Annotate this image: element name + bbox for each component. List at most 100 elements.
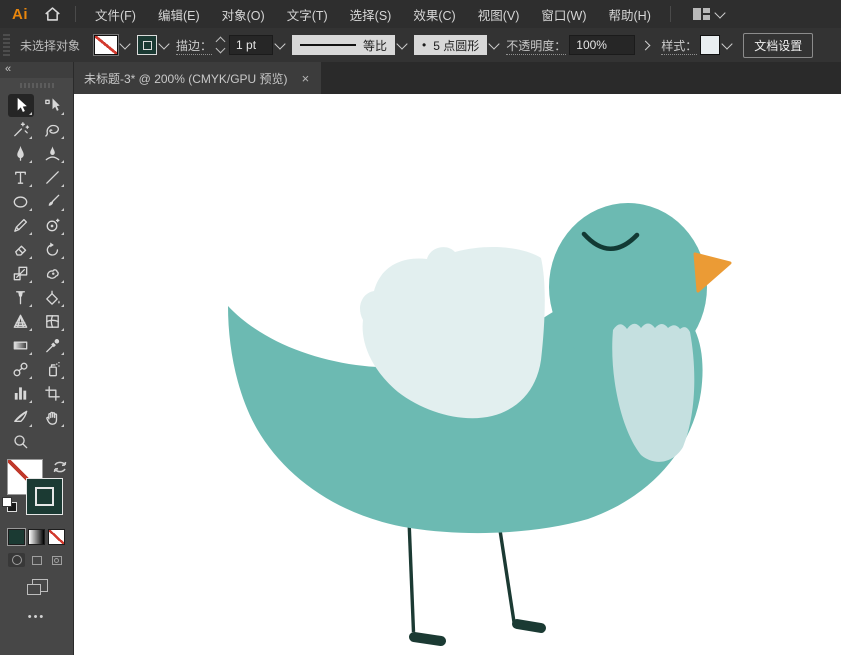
fill-none-swatch[interactable]	[93, 34, 120, 56]
brush-dot-preview: •	[422, 38, 427, 52]
direct-selection-tool[interactable]	[40, 94, 66, 117]
bird-left-leg[interactable]	[407, 519, 416, 633]
menu-item-file[interactable]: 文件(F)	[86, 1, 145, 28]
chevron-right-icon[interactable]	[640, 40, 651, 50]
blend-tool[interactable]	[8, 358, 34, 381]
gradient-tool[interactable]	[8, 334, 34, 357]
chevron-down-icon[interactable]	[488, 37, 500, 50]
document-tab-title: 未标题-3* @ 200% (CMYK/GPU 预览)	[84, 71, 288, 86]
menu-separator	[75, 6, 76, 22]
eraser-tool[interactable]	[8, 238, 34, 261]
lasso-tool[interactable]	[40, 118, 66, 141]
mesh-tool[interactable]	[40, 310, 66, 333]
illustrator-window: Ai 文件(F) 编辑(E) 对象(O) 文字(T) 选择(S) 效果(C) 视图(V) 窗口…	[0, 0, 841, 655]
tool-panel-grip[interactable]	[19, 83, 54, 88]
fill-stroke-indicator	[0, 459, 74, 521]
menu-items: 文件(F) 编辑(E) 对象(O) 文字(T) 选择(S) 效果(C) 视图(V) 窗口(W)…	[86, 1, 660, 28]
draw-inside-button[interactable]	[48, 553, 65, 567]
chevron-down-icon	[158, 37, 170, 50]
draw-behind-button[interactable]	[28, 553, 45, 567]
style-swatch[interactable]	[700, 35, 721, 55]
menu-item-view[interactable]: 视图(V)	[469, 1, 529, 28]
uniform-profile-preview	[300, 43, 357, 47]
menu-item-edit[interactable]: 编辑(E)	[149, 1, 209, 28]
bird-left-foot[interactable]	[409, 632, 446, 646]
default-fill-stroke-icon[interactable]	[1, 497, 17, 512]
menu-item-window[interactable]: 窗口(W)	[532, 1, 595, 28]
workspace-switcher[interactable]	[692, 6, 726, 21]
tab-close-icon[interactable]: ×	[302, 72, 310, 85]
workspace-grid-icon	[692, 8, 710, 20]
zoom-tool[interactable]	[8, 430, 34, 453]
fill-color-picker[interactable]	[93, 34, 131, 56]
pencil-tool[interactable]	[8, 214, 34, 237]
opacity-input[interactable]: 100%	[569, 35, 636, 55]
brush-definition-select[interactable]: • 5 点圆形	[414, 35, 488, 55]
paintbrush-tool[interactable]	[40, 190, 66, 213]
color-button[interactable]	[7, 528, 26, 546]
live-paint-bucket-tool[interactable]	[40, 286, 66, 309]
bird-beak[interactable]	[693, 252, 732, 293]
hand-tool[interactable]	[40, 406, 66, 429]
artboard-tool[interactable]	[40, 382, 66, 405]
slice-tool[interactable]	[8, 406, 34, 429]
stroke-profile-select[interactable]: 等比	[292, 35, 396, 55]
draw-normal-button[interactable]	[8, 553, 25, 567]
menu-item-effect[interactable]: 效果(C)	[404, 1, 464, 28]
column-graph-tool[interactable]	[8, 382, 34, 405]
menu-bar: Ai 文件(F) 编辑(E) 对象(O) 文字(T) 选择(S) 效果(C) 视图(V) 窗口…	[0, 0, 841, 28]
none-button[interactable]	[48, 529, 65, 545]
chevron-down-icon	[714, 6, 726, 19]
line-segment-tool[interactable]	[40, 166, 66, 189]
swap-fill-stroke-icon[interactable]	[52, 459, 68, 475]
stroke-swatch[interactable]	[25, 478, 63, 515]
style-label: 样式：	[661, 38, 698, 55]
bird-artwork[interactable]	[74, 94, 841, 655]
selection-tool[interactable]	[7, 94, 34, 117]
bird-right-leg[interactable]	[496, 516, 516, 623]
menu-item-type[interactable]: 文字(T)	[278, 1, 337, 28]
stroke-weight-stepper[interactable]	[215, 36, 226, 54]
rotate-tool[interactable]	[40, 238, 66, 261]
menu-separator-2	[669, 6, 671, 22]
document-setup-button[interactable]: 文档设置	[743, 32, 814, 58]
stroke-weight-input[interactable]: 1 pt	[229, 35, 274, 55]
eyedropper-tool[interactable]	[40, 334, 66, 357]
menu-item-help[interactable]: 帮助(H)	[600, 1, 660, 28]
stroke-color-picker[interactable]	[137, 35, 170, 55]
gradient-button[interactable]	[28, 529, 45, 545]
symbol-sprayer-tool[interactable]	[40, 358, 66, 381]
chevron-down-icon[interactable]	[274, 37, 286, 50]
collapse-panel-icon[interactable]: «	[0, 62, 73, 78]
tool-panel: « •••	[0, 62, 74, 655]
edit-toolbar-button[interactable]: •••	[28, 611, 46, 623]
shape-builder-tool[interactable]	[8, 286, 34, 309]
stroke-label: 描边：	[176, 38, 213, 55]
control-bar: 未选择对象 描边： 1 pt 等比 • 5 点圆形 不透明度： 100% 样式：…	[0, 28, 841, 63]
app-logo[interactable]: Ai	[5, 3, 35, 25]
curvature-tool[interactable]	[40, 142, 66, 165]
menu-item-object[interactable]: 对象(O)	[213, 1, 274, 28]
type-tool[interactable]	[8, 166, 34, 189]
document-tab[interactable]: 未标题-3* @ 200% (CMYK/GPU 预览) ×	[74, 62, 322, 94]
screen-mode-button[interactable]	[26, 579, 48, 595]
status-text: 未选择对象	[20, 38, 81, 53]
chevron-down-icon	[119, 37, 131, 50]
magic-wand-tool[interactable]	[8, 118, 34, 141]
shaper-tool[interactable]	[40, 214, 66, 237]
menu-item-select[interactable]: 选择(S)	[341, 1, 401, 28]
control-bar-grip[interactable]	[3, 34, 10, 56]
perspective-grid-tool[interactable]	[8, 310, 34, 333]
tab-bar: 未标题-3* @ 200% (CMYK/GPU 预览) ×	[74, 62, 841, 94]
bird-right-foot[interactable]	[512, 619, 546, 633]
ellipse-tool[interactable]	[8, 190, 34, 213]
home-icon[interactable]	[39, 3, 65, 25]
scale-tool[interactable]	[8, 262, 34, 285]
pen-tool[interactable]	[8, 142, 34, 165]
canvas[interactable]	[74, 94, 841, 655]
chevron-down-icon[interactable]	[396, 37, 408, 50]
opacity-label: 不透明度：	[506, 38, 567, 55]
chevron-down-icon[interactable]	[721, 37, 733, 50]
stroke-color-swatch[interactable]	[137, 35, 158, 55]
puppet-warp-tool[interactable]	[40, 262, 66, 285]
